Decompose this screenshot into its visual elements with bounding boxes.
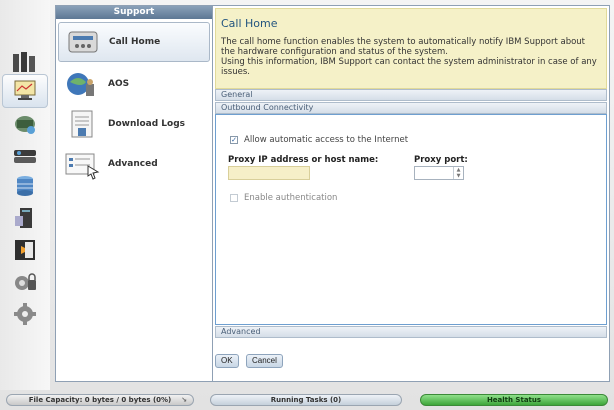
info-banner: Call Home The call home function enables… — [215, 8, 607, 89]
advanced-section-header[interactable]: Advanced — [215, 326, 607, 338]
call-home-panel: Call Home The call home function enables… — [212, 5, 610, 382]
call-home-icon — [59, 24, 107, 60]
file-capacity-status[interactable]: File Capacity: 0 bytes / 0 bytes (0%) ↘ — [6, 394, 194, 406]
ok-button[interactable]: OK — [215, 354, 239, 368]
proxy-port-stepper[interactable]: ▲ ▼ — [414, 166, 464, 180]
menu-item-aos[interactable]: AOS — [58, 65, 210, 102]
monitoring-icon[interactable] — [2, 74, 48, 108]
menu-item-label: Download Logs — [108, 118, 186, 129]
security-icon[interactable] — [10, 268, 40, 296]
advanced-icon — [58, 146, 106, 182]
cancel-button[interactable]: Cancel — [246, 354, 283, 368]
outbound-connectivity-section: ✓ Allow automatic access to the Internet… — [215, 114, 607, 325]
menu-item-advanced[interactable]: Advanced — [58, 145, 210, 182]
file-capacity-text: File Capacity: 0 bytes / 0 bytes (0%) — [28, 396, 172, 404]
proxy-address-input[interactable] — [228, 166, 310, 180]
hosts-icon[interactable] — [10, 204, 40, 232]
menu-item-label: Call Home — [109, 37, 161, 47]
access-icon[interactable] — [10, 236, 40, 264]
download-logs-icon — [58, 106, 106, 142]
support-menu: Support Call Home AOS Download Logs Adva… — [55, 5, 212, 382]
pools-icon[interactable] — [10, 110, 40, 138]
allow-internet-row: ✓ Allow automatic access to the Internet — [230, 135, 408, 145]
allow-internet-label: Allow automatic access to the Internet — [244, 135, 409, 145]
stepper-arrows-icon[interactable]: ▲ ▼ — [453, 167, 463, 179]
description-2: Using this information, IBM Support can … — [221, 57, 597, 77]
expand-icon: ↘ — [181, 396, 187, 404]
proxy-address-label: Proxy IP address or host name: — [228, 155, 379, 165]
enable-auth-row: Enable authentication — [230, 193, 337, 203]
general-section-header[interactable]: General — [215, 89, 607, 101]
menu-item-call-home[interactable]: Call Home — [58, 22, 210, 62]
proxy-port-label: Proxy port: — [414, 155, 468, 165]
copy-services-icon[interactable] — [10, 172, 40, 200]
menu-header: Support — [56, 6, 212, 19]
volumes-icon[interactable] — [10, 142, 40, 170]
aos-icon — [58, 66, 106, 102]
menu-item-download-logs[interactable]: Download Logs — [58, 105, 210, 142]
allow-internet-checkbox[interactable]: ✓ — [230, 136, 238, 144]
health-status[interactable]: Health Status — [420, 394, 608, 406]
settings-icon[interactable] — [10, 300, 40, 328]
running-tasks-status[interactable]: Running Tasks (0) — [210, 394, 402, 406]
navigation-rail — [0, 0, 50, 390]
enable-auth-label: Enable authentication — [244, 193, 338, 203]
outbound-section-header[interactable]: Outbound Connectivity — [215, 102, 607, 114]
enable-auth-checkbox[interactable] — [230, 194, 238, 202]
description: The call home function enables the syste… — [221, 37, 586, 57]
page-title: Call Home — [221, 17, 278, 30]
menu-item-label: Advanced — [108, 158, 158, 169]
servers-icon[interactable] — [10, 48, 40, 76]
menu-item-label: AOS — [108, 78, 130, 89]
